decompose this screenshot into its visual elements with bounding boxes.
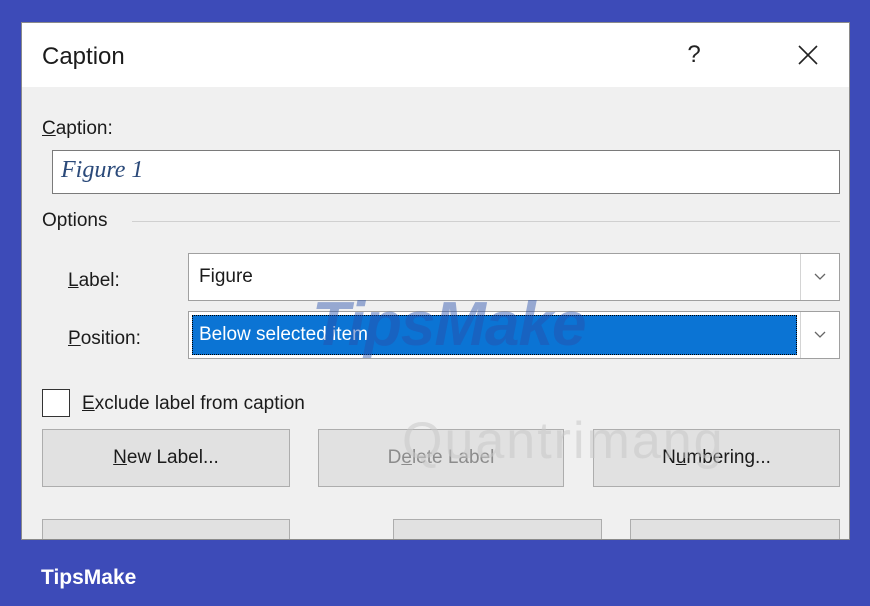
help-button[interactable]: ? <box>670 33 718 77</box>
autocaption-button[interactable] <box>42 519 290 539</box>
close-icon <box>798 45 818 65</box>
new-label-button[interactable]: New Label... <box>42 429 290 487</box>
label-dropdown-button[interactable] <box>800 254 839 300</box>
position-dropdown-button[interactable] <box>800 312 839 358</box>
dialog-title: Caption <box>42 43 125 70</box>
numbering-button[interactable]: Nu mbering... <box>593 429 840 487</box>
close-button[interactable] <box>784 33 832 77</box>
position-dropdown[interactable]: Below selected item <box>188 311 840 359</box>
label-field-label: Label: <box>68 270 120 291</box>
chevron-down-icon <box>814 273 826 280</box>
title-bar: Caption ? <box>22 23 849 87</box>
ok-button[interactable] <box>393 519 602 539</box>
chevron-down-icon <box>814 331 826 338</box>
delete-label-button[interactable]: De lete Label <box>318 429 564 487</box>
options-divider <box>132 221 840 222</box>
exclude-label-text: Exclude label from caption <box>82 393 305 414</box>
position-field-label: Position: <box>68 328 141 349</box>
footer-brand: TipsMake <box>41 566 137 589</box>
exclude-label-checkbox[interactable] <box>42 389 70 417</box>
caption-field-label: Caption: <box>42 118 113 139</box>
caption-field-label-rest: aption: <box>55 118 113 139</box>
caption-dialog: Caption ? Caption: Figure 1 Options Labe… <box>21 22 850 540</box>
label-dropdown-value: Figure <box>199 266 253 287</box>
label-dropdown[interactable]: Figure <box>188 253 840 301</box>
cancel-button[interactable] <box>630 519 840 539</box>
options-group-label: Options <box>42 210 108 231</box>
caption-input[interactable]: Figure 1 <box>52 150 840 194</box>
position-dropdown-value: Below selected item <box>199 324 368 345</box>
